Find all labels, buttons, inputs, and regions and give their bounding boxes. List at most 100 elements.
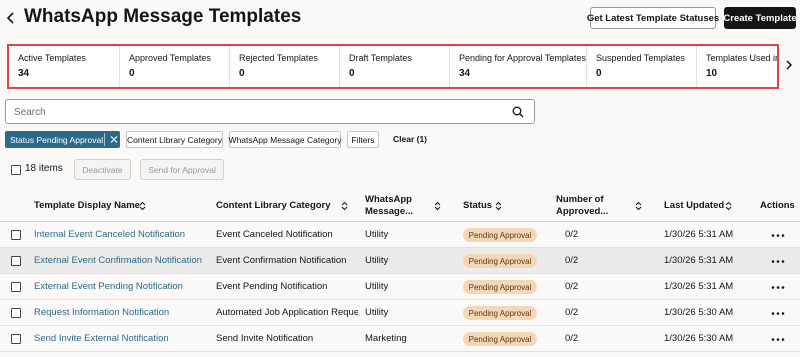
column-header-actions: Actions [760,200,795,212]
metric-templates-used[interactable]: Templates Used in Co 10 [696,46,777,87]
metric-label: Draft Templates [349,53,412,63]
metric-pending-approval-templates[interactable]: Pending for Approval Templates 34 [449,46,586,87]
whatsapp-message-category-filter[interactable]: WhatsApp Message Category [229,131,341,148]
template-name-link[interactable]: Request Information Notification [34,307,209,318]
sort-icon[interactable] [139,201,146,211]
metrics-strip: Active Templates 34 Approved Templates 0… [7,44,779,89]
close-icon[interactable] [109,134,119,145]
deactivate-button[interactable]: Deactivate [74,159,131,180]
chip-divider [104,133,105,146]
content-category-cell: Automated Job Application Reques [216,307,358,318]
more-actions-icon[interactable] [771,312,785,315]
sort-icon[interactable] [495,201,502,211]
approved-count-cell: 0/2 [565,333,579,344]
status-badge: Pending Approval [463,280,537,294]
metric-label: Approved Templates [129,53,211,63]
metric-active-templates[interactable]: Active Templates 34 [9,46,119,87]
content-category-cell: Event Pending Notification [216,281,328,292]
metric-value: 0 [349,68,355,79]
metric-value: 0 [239,68,245,79]
column-header-category[interactable]: Content Library Category [216,200,331,212]
column-header-label: WhatsApp [365,194,412,205]
items-count: 18 items [25,163,63,174]
last-updated-cell: 1/30/26 5:30 AM [664,307,734,318]
column-header-label: Number of [556,194,604,205]
row-checkbox[interactable] [11,282,21,292]
metric-value: 10 [706,68,718,79]
approved-count-cell: 0/2 [565,307,579,318]
template-name-link[interactable]: Send Invite External Notification [34,333,209,344]
row-checkbox[interactable] [11,334,21,344]
metric-suspended-templates[interactable]: Suspended Templates 0 [586,46,696,87]
more-actions-icon[interactable] [771,338,785,341]
metric-label: Rejected Templates [239,53,318,63]
column-header-label: Approved... [556,206,609,217]
send-for-approval-button[interactable]: Send for Approval [140,159,224,180]
column-header-label: Actions [760,200,795,211]
column-header-label: Last Updated [664,200,725,211]
content-library-category-filter[interactable]: Content Library Category [126,131,223,148]
clear-filters-link[interactable]: Clear (1) [393,134,427,144]
whatsapp-category-cell: Marketing [365,333,407,344]
search-input[interactable] [14,104,504,120]
sort-icon[interactable] [434,201,441,211]
table-row[interactable]: Send Invite External Notification Send I… [0,326,800,352]
metric-value: 0 [596,68,602,79]
column-header-label: Message... [365,206,414,217]
metric-label: Pending for Approval Templates [459,53,586,63]
metric-draft-templates[interactable]: Draft Templates 0 [339,46,449,87]
approved-count-cell: 0/2 [565,229,579,240]
template-name-link[interactable]: External Event Pending Notification [34,281,209,292]
column-header-label: Template Display Name [34,200,140,211]
column-header-name[interactable]: Template Display Name [34,200,140,212]
metric-rejected-templates[interactable]: Rejected Templates 0 [229,46,339,87]
status-filter-chip[interactable]: Status Pending Approval [5,131,120,148]
more-actions-icon[interactable] [771,286,785,289]
select-all-checkbox[interactable] [11,165,21,175]
get-latest-statuses-button[interactable]: Get Latest Template Statuses [587,7,719,29]
template-name-link[interactable]: Internal Event Canceled Notification [34,229,209,240]
approved-count-cell: 0/2 [565,255,579,266]
column-header-label: Status [463,200,493,211]
metric-approved-templates[interactable]: Approved Templates 0 [119,46,229,87]
metric-value: 34 [18,68,30,79]
column-header-status[interactable]: Status [463,200,492,212]
row-checkbox[interactable] [11,230,21,240]
whatsapp-category-cell: Utility [365,229,389,240]
table-row[interactable]: External Event Pending Notification Even… [0,274,800,300]
table-row[interactable]: External Event Confirmation Notification… [0,248,800,274]
column-header-label: Content Library Category [216,200,331,211]
more-actions-icon[interactable] [771,260,785,263]
column-header-approved[interactable]: Number of Approved... [556,194,608,218]
search-icon[interactable] [512,106,524,118]
metric-label: Active Templates [18,53,86,63]
more-actions-icon[interactable] [771,234,785,237]
row-checkbox[interactable] [11,308,21,318]
metric-label: Suspended Templates [596,53,685,63]
column-header-last-updated[interactable]: Last Updated [664,200,724,212]
sort-icon[interactable] [341,201,348,211]
column-header-whatsapp-category[interactable]: WhatsApp Message... [365,194,413,218]
last-updated-cell: 1/30/26 5:31 AM [664,255,734,266]
whatsapp-category-cell: Utility [365,255,389,266]
chevron-right-icon[interactable] [784,58,794,72]
metric-value: 0 [129,68,135,79]
last-updated-cell: 1/30/26 5:31 AM [664,229,734,240]
template-name-link[interactable]: External Event Confirmation Notification [34,255,212,266]
last-updated-cell: 1/30/26 5:30 AM [664,333,734,344]
filters-button[interactable]: Filters [347,131,379,148]
last-updated-cell: 1/30/26 5:31 AM [664,281,734,292]
sort-icon[interactable] [725,201,732,211]
search-bar [5,99,535,124]
page-title: WhatsApp Message Templates [24,6,302,27]
table-row[interactable]: Request Information Notification Automat… [0,300,800,326]
whatsapp-category-cell: Utility [365,307,389,318]
whatsapp-category-cell: Utility [365,281,389,292]
row-checkbox[interactable] [11,256,21,266]
back-arrow-icon[interactable] [4,9,18,27]
sort-icon[interactable] [635,201,642,211]
create-template-button[interactable]: Create Template [723,7,797,29]
metric-label: Templates Used in Co [706,53,777,63]
approved-count-cell: 0/2 [565,281,579,292]
table-row[interactable]: Internal Event Canceled Notification Eve… [0,222,800,248]
